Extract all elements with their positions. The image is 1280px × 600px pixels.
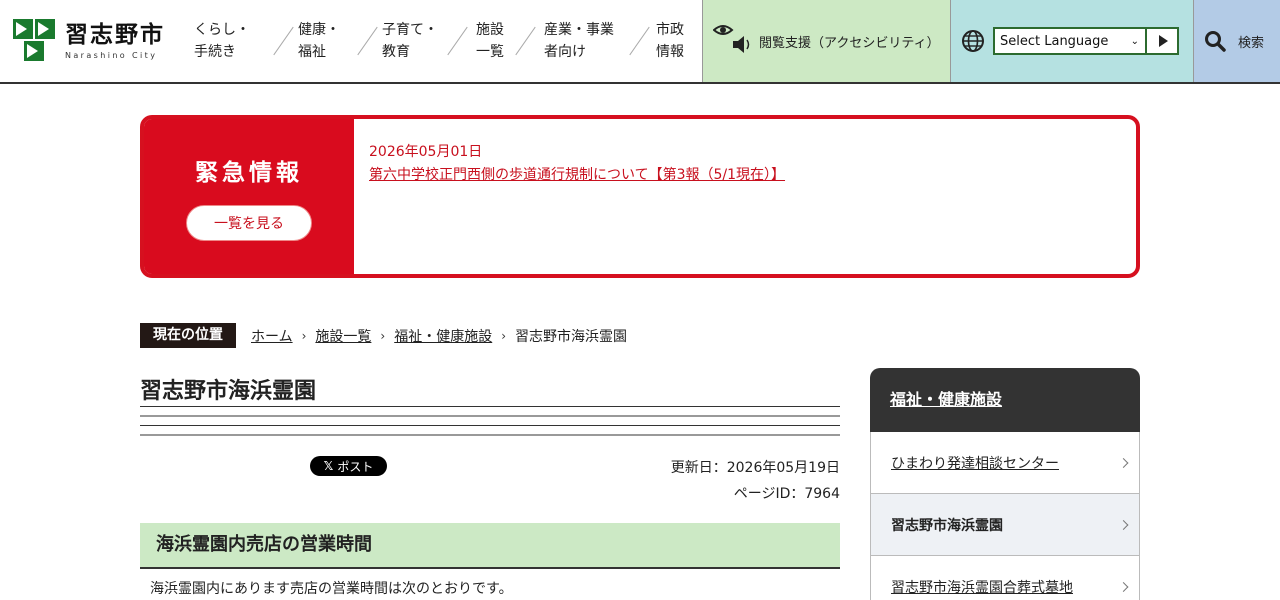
breadcrumb: 現在の位置 ホーム › 施設一覧 › 福祉・健康施設 › 習志野市海浜霊園 [140, 323, 627, 348]
emergency-list-button[interactable]: 一覧を見る [186, 204, 312, 241]
x-post-label: ポスト [337, 459, 374, 474]
nav-label: 手続き [194, 44, 236, 60]
nav-label: 健康・ [298, 22, 340, 38]
nav-label: 福祉 [298, 44, 326, 60]
language-select[interactable]: Select Language ⌄ [993, 27, 1145, 55]
eye-speaker-icon [712, 24, 751, 58]
globe-icon [961, 29, 985, 53]
breadcrumb-label: 現在の位置 [140, 323, 236, 348]
sidebar-heading-label: 福祉・健康施設 [890, 390, 1003, 409]
nav-label: 子育て・ [382, 22, 438, 38]
chevron-right-icon: › [301, 328, 307, 343]
nav-item-kurashi[interactable]: くらし・ 手続き [194, 0, 250, 82]
sidebar-item-label: 習志野市海浜霊園 [891, 517, 1003, 534]
search-icon [1204, 30, 1226, 52]
section-heading: 海浜霊園内売店の営業時間 [140, 523, 840, 569]
sidebar: 福祉・健康施設 ひまわり発達相談センター 習志野市海浜霊園 習志野市海浜霊園合葬… [870, 368, 1140, 600]
language-area: Select Language ⌄ [951, 0, 1194, 82]
sidebar-item-kaihin-reien[interactable]: 習志野市海浜霊園 [870, 494, 1140, 556]
breadcrumb-welfare[interactable]: 福祉・健康施設 [394, 326, 492, 346]
sidebar-item-himawari[interactable]: ひまわり発達相談センター [870, 432, 1140, 494]
nav-label: 市政 [656, 22, 684, 38]
x-post-button[interactable]: 𝕏 ポスト [310, 456, 387, 476]
nav-label: 者向け [544, 44, 586, 60]
nav-label: 施設 [476, 22, 504, 38]
nav-item-shisei[interactable]: 市政 情報 [656, 0, 684, 82]
nav-label: 教育 [382, 44, 410, 60]
nav-label: 産業・事業 [544, 22, 614, 38]
logo-mark-icon [13, 19, 57, 63]
page-title: 習志野市海浜霊園 [140, 379, 317, 404]
title-underline [140, 406, 840, 436]
chevron-right-icon [1118, 519, 1129, 530]
logo-name: 習志野市 [65, 22, 165, 48]
search-button[interactable]: 検索 [1194, 0, 1280, 82]
nav-item-kosodate[interactable]: 子育て・ 教育 [382, 0, 438, 82]
emergency-header: 緊急情報 一覧を見る [144, 119, 354, 274]
chevron-right-icon [1118, 581, 1129, 592]
play-icon [1159, 35, 1168, 47]
logo-sub: Narashino City [65, 51, 158, 60]
x-logo-icon: 𝕏 [323, 459, 334, 473]
breadcrumb-facilities[interactable]: 施設一覧 [315, 326, 371, 346]
breadcrumb-home[interactable]: ホーム [251, 326, 293, 346]
site-logo[interactable]: 習志野市 Narashino City [0, 0, 188, 82]
accessibility-button[interactable]: 閲覧支援（アクセシビリティ） [702, 0, 951, 82]
global-nav: くらし・手続き 健康・福祉 子育て・教育 施設一覧 産業・事業者向け 市政情報 [188, 0, 684, 82]
sidebar-item-gassoshiki[interactable]: 習志野市海浜霊園合葬式墓地 [870, 556, 1140, 600]
page-meta: 更新日：2026年05月19日 ページID：7964 [671, 455, 840, 507]
emergency-date: 2026年05月01日 [369, 144, 483, 160]
site-header: 習志野市 Narashino City くらし・手続き 健康・福祉 子育て・教育… [0, 0, 1280, 84]
language-go-button[interactable] [1145, 27, 1179, 55]
sidebar-item-label: 習志野市海浜霊園合葬式墓地 [891, 579, 1073, 596]
nav-label: くらし・ [194, 22, 250, 38]
sidebar-heading[interactable]: 福祉・健康施設 [870, 368, 1140, 432]
nav-divider [272, 26, 296, 56]
updated-date: 更新日：2026年05月19日 [670, 460, 840, 476]
emergency-box: 緊急情報 一覧を見る 2026年05月01日 第六中学校正門西側の歩道通行規制に… [140, 115, 1140, 278]
chevron-down-icon: ⌄ [1130, 35, 1139, 47]
nav-divider [628, 26, 652, 56]
nav-item-sangyo[interactable]: 産業・事業 者向け [544, 0, 614, 82]
page-id: ページID：7964 [733, 486, 840, 502]
section-body: 海浜霊園内にあります売店の営業時間は次のとおりです。 [150, 581, 513, 597]
language-select-value: Select Language [1000, 33, 1109, 49]
search-label: 検索 [1238, 35, 1265, 51]
nav-divider [446, 26, 470, 56]
chevron-right-icon: › [501, 328, 507, 343]
nav-divider [514, 26, 538, 56]
emergency-link[interactable]: 第六中学校正門西側の歩道通行規制について【第3報（5/1現在）】 [369, 164, 785, 184]
nav-label: 情報 [656, 44, 684, 60]
sidebar-item-label: ひまわり発達相談センター [891, 455, 1059, 472]
breadcrumb-current: 習志野市海浜霊園 [515, 328, 628, 345]
emergency-content: 2026年05月01日 第六中学校正門西側の歩道通行規制について【第3報（5/1… [354, 119, 800, 274]
chevron-right-icon [1118, 457, 1129, 468]
chevron-right-icon: › [380, 328, 386, 343]
emergency-title: 緊急情報 [195, 159, 303, 186]
nav-item-shisetsu[interactable]: 施設 一覧 [476, 0, 504, 82]
accessibility-label: 閲覧支援（アクセシビリティ） [759, 35, 940, 51]
nav-item-kenko[interactable]: 健康・ 福祉 [298, 0, 340, 82]
nav-label: 一覧 [476, 44, 504, 60]
nav-divider [356, 26, 380, 56]
